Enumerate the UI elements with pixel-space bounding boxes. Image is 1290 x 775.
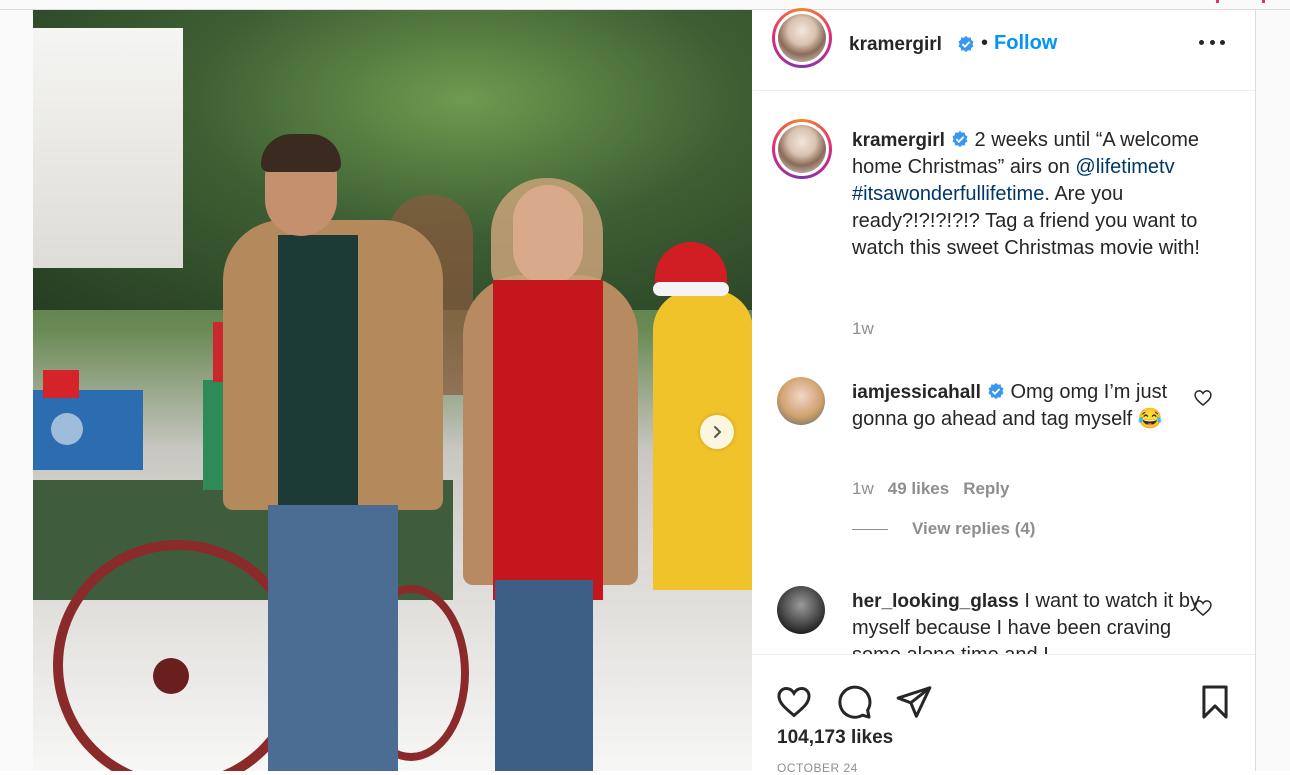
heart-icon[interactable] — [775, 683, 813, 721]
hashtag-link[interactable]: #itsawonderfullifetime — [852, 183, 1044, 205]
chevron-right-icon — [714, 426, 721, 438]
paper-plane-icon[interactable] — [895, 683, 933, 721]
comment-icon[interactable] — [835, 683, 873, 721]
comment-username[interactable]: her_looking_glass — [852, 591, 1019, 612]
caption-avatar[interactable] — [772, 119, 832, 179]
comment-likes[interactable]: 49 likes — [888, 479, 949, 498]
commenter-avatar[interactable] — [777, 377, 825, 425]
comment-meta: 1w 49 likes Reply — [852, 479, 1009, 499]
caption-time[interactable]: 1w — [852, 319, 874, 339]
red-mark — [1216, 0, 1219, 3]
comment: her_looking_glass I want to watch it by … — [852, 588, 1202, 654]
reply-button[interactable]: Reply — [963, 479, 1009, 498]
likes-count[interactable]: 104,173 likes — [777, 727, 893, 749]
comment: iamjessicahall Omg omg I’m just gonna go… — [852, 379, 1222, 433]
view-replies-button[interactable]: View replies (4) — [852, 519, 1035, 539]
comments-list[interactable]: kramergirl 2 weeks until “A welcome home… — [753, 91, 1255, 654]
separator-dot: • — [981, 32, 989, 54]
verified-badge-icon — [958, 35, 974, 53]
post-header: kramergirl • Follow — [753, 8, 1255, 91]
comment-time[interactable]: 1w — [852, 479, 874, 498]
post-date[interactable]: OCTOBER 24 — [777, 761, 858, 775]
mention-link[interactable]: @lifetimetv — [1075, 156, 1174, 178]
post-dialog: kramergirl • Follow kramergirl 2 weeks un… — [33, 8, 1256, 775]
browser-top-edge — [0, 0, 1290, 10]
follow-button[interactable]: Follow — [994, 32, 1057, 54]
comment-username[interactable]: iamjessicahall — [852, 382, 981, 403]
verified-badge-icon — [988, 382, 1004, 400]
commenter-avatar[interactable] — [777, 586, 825, 634]
post-actions: 104,173 likes OCTOBER 24 — [753, 654, 1255, 775]
post-side-panel: kramergirl • Follow kramergirl 2 weeks un… — [753, 8, 1255, 775]
next-photo-button[interactable] — [700, 415, 734, 449]
caption: kramergirl 2 weeks until “A welcome home… — [852, 127, 1222, 262]
like-comment-heart-icon[interactable] — [1193, 388, 1213, 408]
author-username[interactable]: kramergirl — [849, 34, 942, 56]
previous-photo-button[interactable] — [51, 413, 83, 445]
bookmark-icon[interactable] — [1196, 683, 1234, 721]
caption-username[interactable]: kramergirl — [852, 130, 945, 151]
author-avatar[interactable] — [772, 8, 832, 68]
post-photo[interactable] — [33, 10, 752, 771]
more-options-icon[interactable] — [1199, 34, 1225, 50]
red-mark — [1262, 0, 1265, 3]
verified-badge-icon — [952, 130, 968, 148]
like-comment-heart-icon[interactable] — [1193, 598, 1213, 618]
